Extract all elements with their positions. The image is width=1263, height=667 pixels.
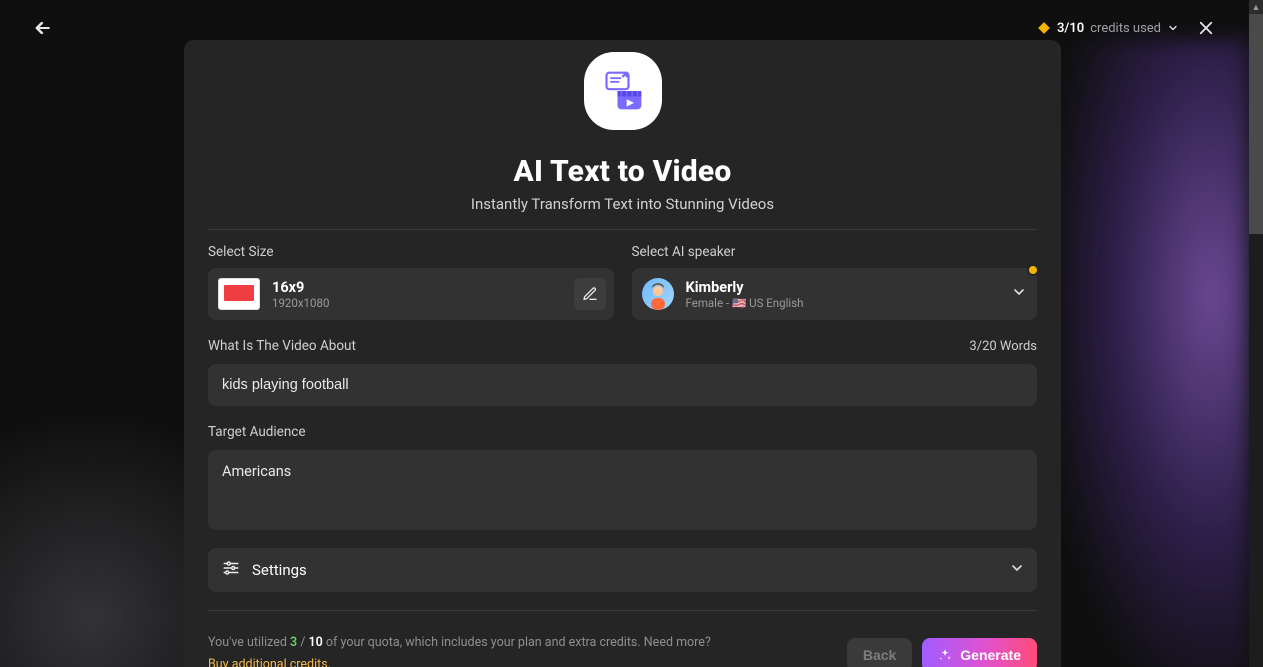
size-ratio: 16x9 [272, 279, 329, 296]
pencil-icon [582, 286, 598, 302]
back-arrow-button[interactable] [28, 15, 54, 41]
speaker-selector[interactable]: Kimberly Female - 🇺🇸 US English [632, 268, 1038, 320]
audience-input[interactable] [208, 450, 1037, 530]
sliders-icon [222, 559, 240, 577]
topic-label: What Is The Video About [208, 338, 356, 354]
buy-credits-link[interactable]: Buy additional credits. [208, 657, 331, 667]
edit-size-button[interactable] [574, 278, 606, 310]
scroll-up-arrow-icon[interactable]: ▲ [1249, 0, 1263, 14]
generate-label: Generate [960, 647, 1021, 663]
speaker-avatar [642, 278, 674, 310]
size-label: Select Size [208, 244, 614, 260]
settings-label: Settings [252, 561, 307, 579]
credits-indicator[interactable]: 3/10 credits used [1037, 21, 1179, 36]
topic-word-counter: 3/20 Words [969, 339, 1037, 354]
chevron-down-icon [1009, 560, 1025, 576]
close-button[interactable] [1195, 17, 1217, 39]
size-selector[interactable]: 16x9 1920x1080 [208, 268, 614, 320]
page-subtitle: Instantly Transform Text into Stunning V… [471, 195, 774, 213]
generate-button[interactable]: Generate [922, 638, 1037, 667]
hero-section: AI Text to Video Instantly Transform Tex… [208, 52, 1037, 230]
aspect-thumb-icon [218, 278, 260, 310]
background-gradient [1059, 40, 1249, 667]
page-scrollbar[interactable]: ▲ [1249, 0, 1263, 667]
speaker-meta: Female - 🇺🇸 US English [686, 296, 804, 310]
credits-used-value: 3/10 [1057, 21, 1084, 36]
text-to-video-icon [601, 69, 645, 113]
back-button[interactable]: Back [847, 638, 912, 667]
scrollbar-thumb[interactable] [1249, 14, 1263, 234]
page-title: AI Text to Video [514, 154, 732, 189]
hero-icon-container [584, 52, 662, 130]
topic-input[interactable] [208, 364, 1037, 406]
chevron-down-icon [1167, 22, 1179, 34]
main-panel: AI Text to Video Instantly Transform Tex… [184, 40, 1061, 667]
diamond-icon [1037, 21, 1051, 35]
speaker-label: Select AI speaker [632, 244, 1038, 260]
speaker-status-dot [1027, 264, 1039, 276]
settings-toggle[interactable]: Settings [208, 548, 1037, 592]
speaker-name: Kimberly [686, 279, 804, 296]
quota-text: You've utilized 3 / 10 of your quota, wh… [208, 633, 711, 653]
size-resolution: 1920x1080 [272, 296, 329, 310]
sparkle-icon [938, 648, 952, 662]
audience-label: Target Audience [208, 424, 306, 440]
credits-label: credits used [1090, 21, 1161, 36]
close-icon [1197, 19, 1215, 37]
chevron-down-icon [1011, 284, 1027, 300]
